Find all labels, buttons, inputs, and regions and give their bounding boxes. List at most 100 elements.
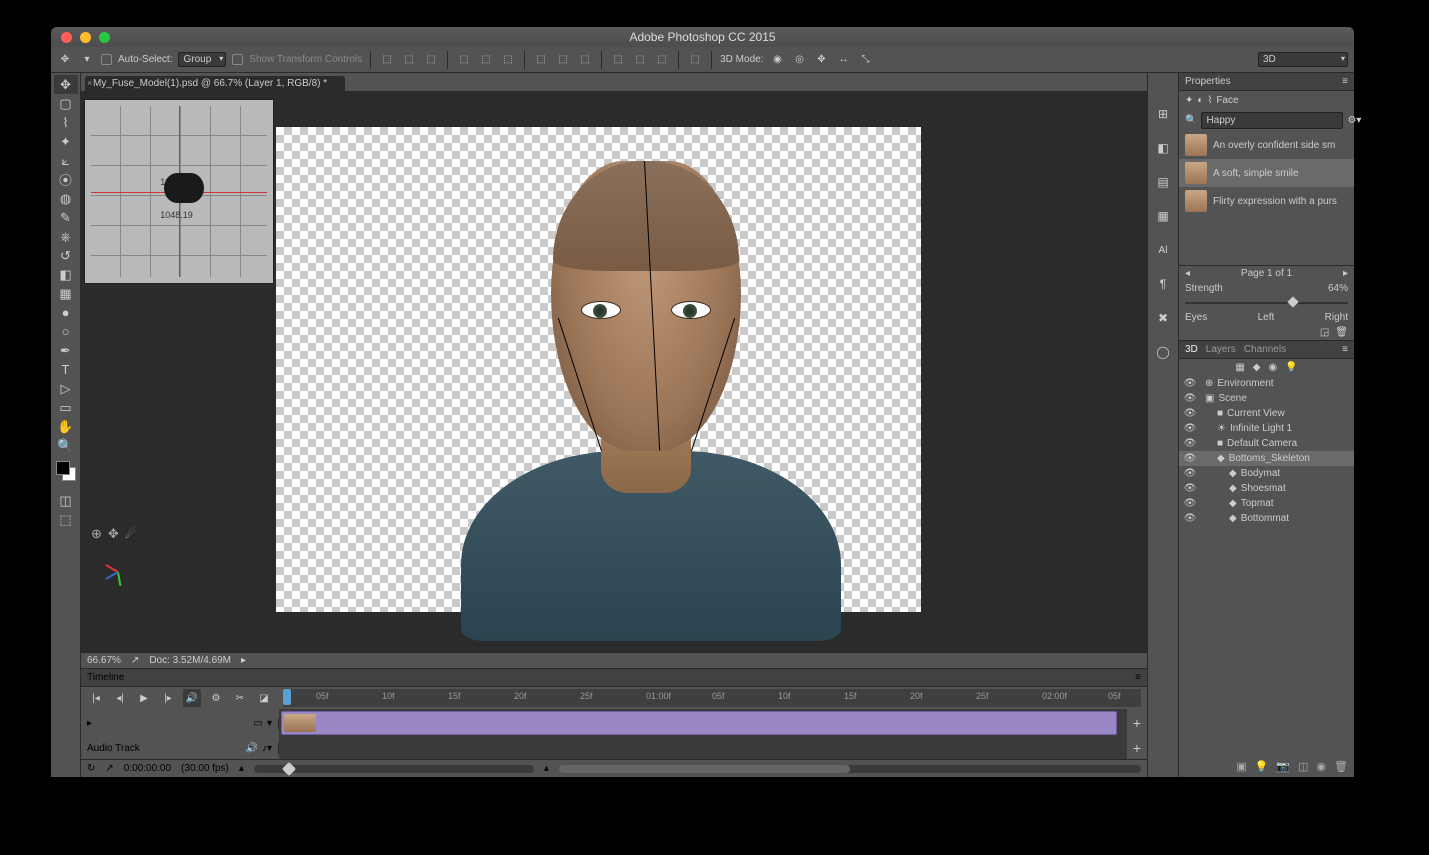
3d-new-mesh-icon[interactable]: ◫ bbox=[1298, 760, 1308, 773]
3d-filter-material-icon[interactable]: ◉ bbox=[1268, 362, 1277, 373]
path-select-tool[interactable]: ▷ bbox=[54, 379, 78, 398]
tl-play-button[interactable]: ▶ bbox=[135, 689, 153, 707]
col-histogram-icon[interactable]: ⊞ bbox=[1152, 103, 1174, 125]
align-top-icon[interactable]: ⬚ bbox=[379, 52, 395, 68]
distribute-5-icon[interactable]: ⬚ bbox=[632, 52, 648, 68]
eyedropper-tool[interactable]: ⦿ bbox=[54, 170, 78, 189]
tree-row[interactable]: 👁◆Bottommat bbox=[1179, 511, 1354, 526]
tab-channels[interactable]: Channels bbox=[1244, 344, 1286, 355]
3d-render-icon[interactable]: ▣ bbox=[1236, 760, 1246, 773]
color-swatches[interactable] bbox=[56, 461, 76, 481]
minimize-window-button[interactable] bbox=[80, 32, 91, 43]
3d-axis-widget[interactable] bbox=[97, 552, 137, 592]
visibility-eye-icon[interactable]: 👁 bbox=[1183, 378, 1197, 389]
close-window-button[interactable] bbox=[61, 32, 72, 43]
dodge-tool[interactable]: ○ bbox=[54, 322, 78, 341]
tree-row[interactable]: 👁▣Scene bbox=[1179, 391, 1354, 406]
tab-layers[interactable]: Layers bbox=[1206, 344, 1236, 355]
tl-audio-button[interactable]: 🔊 bbox=[183, 689, 201, 707]
secondary-view-panel[interactable]: 1048.19 1048.19 bbox=[84, 99, 274, 284]
visibility-eye-icon[interactable]: 👁 bbox=[1183, 423, 1197, 434]
distribute-2-icon[interactable]: ⬚ bbox=[555, 52, 571, 68]
tree-row[interactable]: 👁■Current View bbox=[1179, 406, 1354, 421]
audio-mute-icon[interactable]: 🔊 bbox=[246, 743, 258, 754]
gradient-tool[interactable]: ▦ bbox=[54, 284, 78, 303]
tab-3d[interactable]: 3D bbox=[1185, 344, 1198, 355]
3d-new-camera-icon[interactable]: 📷 bbox=[1276, 760, 1290, 773]
panel-tabs-menu-icon[interactable]: ≡ bbox=[1342, 344, 1348, 355]
workspace-dropdown[interactable]: 3D bbox=[1258, 52, 1348, 67]
history-brush-tool[interactable]: ↺ bbox=[54, 246, 78, 265]
clone-stamp-tool[interactable]: ⎈ bbox=[54, 227, 78, 246]
visibility-eye-icon[interactable]: 👁 bbox=[1183, 498, 1197, 509]
auto-select-checkbox[interactable] bbox=[101, 54, 112, 65]
canvas[interactable]: 1048.19 1048.19 bbox=[81, 91, 1147, 652]
timeline-menu-icon[interactable]: ≡ bbox=[1135, 672, 1141, 683]
tree-row[interactable]: 👁⊕Environment bbox=[1179, 376, 1354, 391]
3d-slide-icon[interactable]: ↔ bbox=[835, 52, 851, 68]
show-transform-checkbox[interactable] bbox=[232, 54, 243, 65]
tool-preset-dropdown[interactable]: ▾ bbox=[79, 52, 95, 68]
auto-align-icon[interactable]: ⬚ bbox=[687, 52, 703, 68]
tree-row[interactable]: 👁◆Topmat bbox=[1179, 496, 1354, 511]
delete-expression-icon[interactable]: 🗑 bbox=[1335, 327, 1348, 338]
tree-row[interactable]: 👁☀Infinite Light 1 bbox=[1179, 421, 1354, 436]
distribute-3-icon[interactable]: ⬚ bbox=[577, 52, 593, 68]
visibility-eye-icon[interactable]: 👁 bbox=[1183, 438, 1197, 449]
marquee-tool[interactable]: ▢ bbox=[54, 94, 78, 113]
close-tab-icon[interactable]: × bbox=[87, 78, 92, 88]
distribute-6-icon[interactable]: ⬚ bbox=[654, 52, 670, 68]
status-popup-icon[interactable]: ↗ bbox=[131, 655, 139, 666]
type-tool[interactable]: T bbox=[54, 360, 78, 379]
document-tab[interactable]: × My_Fuse_Model(1).psd @ 66.7% (Layer 1,… bbox=[85, 76, 345, 91]
page-next-icon[interactable]: ▸ bbox=[1343, 268, 1348, 279]
3d-filter-light-icon[interactable]: 💡 bbox=[1285, 362, 1297, 373]
3d-delete-icon[interactable]: 🗑 bbox=[1334, 760, 1348, 773]
blur-tool[interactable]: ● bbox=[54, 303, 78, 322]
zoom-level[interactable]: 66.67% bbox=[87, 655, 121, 666]
add-audio-track-button[interactable]: + bbox=[1127, 740, 1147, 756]
tree-row[interactable]: 👁◆Bottoms_Skeleton bbox=[1179, 451, 1354, 466]
audio-note-icon[interactable]: ♪▾ bbox=[262, 743, 272, 754]
3d-new-light-icon[interactable]: 💡 bbox=[1255, 760, 1269, 773]
col-glyphs-icon[interactable]: Al bbox=[1152, 239, 1174, 261]
reset-expression-icon[interactable]: ◲ bbox=[1320, 327, 1329, 338]
col-libraries-icon[interactable]: ▦ bbox=[1152, 205, 1174, 227]
tree-row[interactable]: 👁◆Bodymat bbox=[1179, 466, 1354, 481]
eraser-tool[interactable]: ◧ bbox=[54, 265, 78, 284]
align-left-icon[interactable]: ⬚ bbox=[456, 52, 472, 68]
add-video-track-button[interactable]: + bbox=[1127, 715, 1147, 731]
visibility-eye-icon[interactable]: 👁 bbox=[1183, 453, 1197, 464]
expression-search-input[interactable] bbox=[1201, 112, 1343, 129]
magic-wand-tool[interactable]: ✦ bbox=[54, 132, 78, 151]
track-option-2-icon[interactable]: ▾ bbox=[267, 718, 272, 729]
tl-zoom-out-icon[interactable]: ▴ bbox=[239, 763, 244, 774]
zoom-tool[interactable]: 🔍 bbox=[54, 436, 78, 455]
properties-menu-icon[interactable]: ≡ bbox=[1342, 76, 1348, 87]
visibility-eye-icon[interactable]: 👁 bbox=[1183, 483, 1197, 494]
3d-scale-icon[interactable]: ⤡ bbox=[857, 52, 873, 68]
tl-transition-button[interactable]: ◪ bbox=[255, 689, 273, 707]
playhead[interactable] bbox=[283, 689, 291, 705]
lasso-tool[interactable]: ⌇ bbox=[54, 113, 78, 132]
distribute-4-icon[interactable]: ⬚ bbox=[610, 52, 626, 68]
auto-select-target-dropdown[interactable]: Group bbox=[178, 52, 226, 67]
3d-filter-scene-icon[interactable]: ▦ bbox=[1235, 362, 1244, 373]
col-color-icon[interactable]: ◧ bbox=[1152, 137, 1174, 159]
visibility-eye-icon[interactable]: 👁 bbox=[1183, 468, 1197, 479]
tl-zoom-in-icon[interactable]: ▴ bbox=[544, 763, 549, 774]
audio-track[interactable] bbox=[279, 737, 1127, 759]
timeline-ruler[interactable]: 05f10f15f20f25f01:00f05f10f15f20f25f02:0… bbox=[283, 689, 1141, 707]
crop-tool[interactable]: ⟀ bbox=[54, 151, 78, 170]
align-bottom-icon[interactable]: ⬚ bbox=[423, 52, 439, 68]
quick-mask-tool[interactable]: ◫ bbox=[54, 491, 78, 510]
3d-filter-mesh-icon[interactable]: ◆ bbox=[1253, 362, 1261, 373]
tree-row[interactable]: 👁■Default Camera bbox=[1179, 436, 1354, 451]
track-option-1-icon[interactable]: ▭ bbox=[254, 718, 263, 729]
tl-zoom-slider[interactable] bbox=[254, 765, 534, 773]
video-clip[interactable] bbox=[281, 711, 1117, 735]
col-paragraph-icon[interactable]: ¶ bbox=[1152, 273, 1174, 295]
shape-tool[interactable]: ▭ bbox=[54, 398, 78, 417]
tl-split-button[interactable]: ✂ bbox=[231, 689, 249, 707]
visibility-eye-icon[interactable]: 👁 bbox=[1183, 393, 1197, 404]
